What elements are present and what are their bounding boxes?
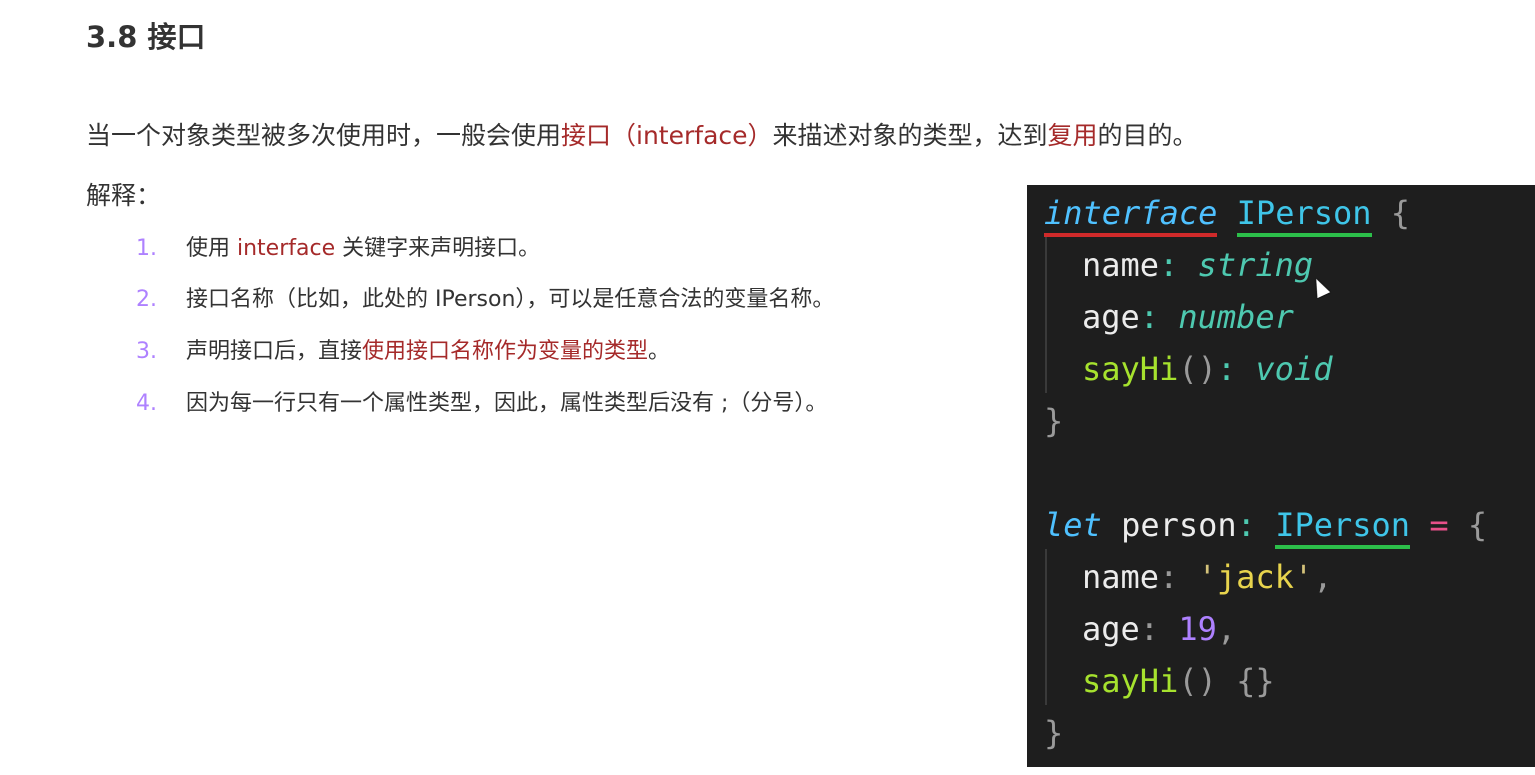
code-brace-open: { (1390, 194, 1411, 232)
code-prop-name: name (1082, 558, 1160, 596)
code-line-age: age: number (1082, 291, 1294, 343)
code-line-sayhi-impl: sayHi() {} (1082, 655, 1275, 707)
code-empty-body: {} (1236, 662, 1275, 700)
code-colon: : (1216, 350, 1237, 388)
list-item: 2. 接口名称（比如，此处的 IPerson），可以是任意合法的变量名称。 (136, 283, 834, 317)
code-block: interface IPerson { name: string age: nu… (1027, 185, 1535, 767)
code-line-name: name: string (1082, 239, 1313, 291)
list-item-number: 2. (136, 287, 157, 312)
list-item-highlight: 使用接口名称作为变量的类型 (362, 339, 649, 364)
list-item-text: 使用 (186, 236, 237, 261)
list-item-text-tail: 。 (648, 339, 671, 364)
code-interface-name: IPerson (1236, 194, 1372, 237)
code-quote: ' (1293, 558, 1314, 596)
list-item-text: 声明接口后，直接 (186, 339, 363, 364)
code-colon: : (1159, 558, 1179, 596)
indent-guide (1045, 237, 1047, 393)
code-colon: : (1159, 246, 1179, 284)
intro-text-2: 来描述对象的类型，达到 (772, 121, 1048, 150)
list-item-text: 因为每一行只有一个属性类型，因此，属性类型后没有 ;（分号）。 (186, 391, 828, 416)
intro-text-1: 当一个对象类型被多次使用时，一般会使用 (86, 121, 562, 150)
code-string-jack: jack (1216, 558, 1294, 596)
intro-highlight-interface: 接口（interface） (561, 121, 773, 150)
intro-text-3: 的目的。 (1097, 121, 1198, 150)
code-brace-open: { (1467, 506, 1488, 544)
code-var-person: person (1121, 506, 1237, 544)
list-item: 4. 因为每一行只有一个属性类型，因此，属性类型后没有 ;（分号）。 (136, 387, 827, 421)
code-line-let-decl: let person: IPerson = { (1044, 499, 1487, 551)
code-parens: () (1178, 350, 1217, 388)
code-keyword-interface: interface (1044, 194, 1218, 237)
list-item-highlight: interface (237, 236, 336, 261)
list-item-number: 4. (136, 391, 157, 416)
code-line-close: } (1044, 707, 1063, 759)
code-number-19: 19 (1178, 610, 1217, 648)
code-quote: ' (1197, 558, 1217, 596)
code-parens: () (1178, 662, 1217, 700)
list-item: 3. 声明接口后，直接使用接口名称作为变量的类型。 (136, 335, 670, 369)
code-brace-close: } (1044, 714, 1064, 752)
list-item-text-tail: 关键字来声明接口。 (335, 236, 541, 261)
list-item-number: 1. (136, 236, 157, 261)
list-item-number: 3. (136, 339, 157, 364)
indent-guide (1045, 549, 1047, 705)
code-colon: : (1139, 298, 1160, 336)
code-brace-close: } (1044, 402, 1064, 440)
code-line-age-value: age: 19, (1082, 603, 1236, 655)
explain-label: 解释： (86, 181, 162, 210)
intro-paragraph: 当一个对象类型被多次使用时，一般会使用接口（interface）来描述对象的类型… (86, 116, 1198, 152)
code-type-number: number (1178, 298, 1294, 336)
code-colon: : (1236, 506, 1256, 544)
code-type-string: string (1197, 246, 1314, 284)
intro-highlight-reuse: 复用 (1047, 121, 1098, 150)
code-keyword-let: let (1044, 506, 1102, 544)
code-line-name-value: name: 'jack', (1082, 551, 1332, 603)
code-prop-name: name (1082, 246, 1160, 284)
code-equals: = (1429, 506, 1449, 544)
code-prop-age: age (1082, 610, 1140, 648)
code-line-sayhi: sayHi(): void (1082, 343, 1332, 395)
list-item-text: 接口名称（比如，此处的 IPerson），可以是任意合法的变量名称。 (186, 287, 835, 312)
code-line-close: } (1044, 395, 1063, 447)
code-line-interface-decl: interface IPerson { (1044, 187, 1410, 239)
code-type-iperson: IPerson (1275, 506, 1411, 549)
code-comma: , (1313, 558, 1333, 596)
code-comma: , (1216, 610, 1237, 648)
code-method-sayhi: sayHi (1082, 662, 1179, 700)
code-method-sayhi: sayHi (1082, 350, 1179, 388)
code-colon: : (1139, 610, 1160, 648)
list-item: 1. 使用 interface 关键字来声明接口。 (136, 232, 540, 266)
page-title: 3.8 接口 (86, 20, 206, 54)
code-type-void: void (1255, 350, 1333, 388)
code-prop-age: age (1082, 298, 1140, 336)
